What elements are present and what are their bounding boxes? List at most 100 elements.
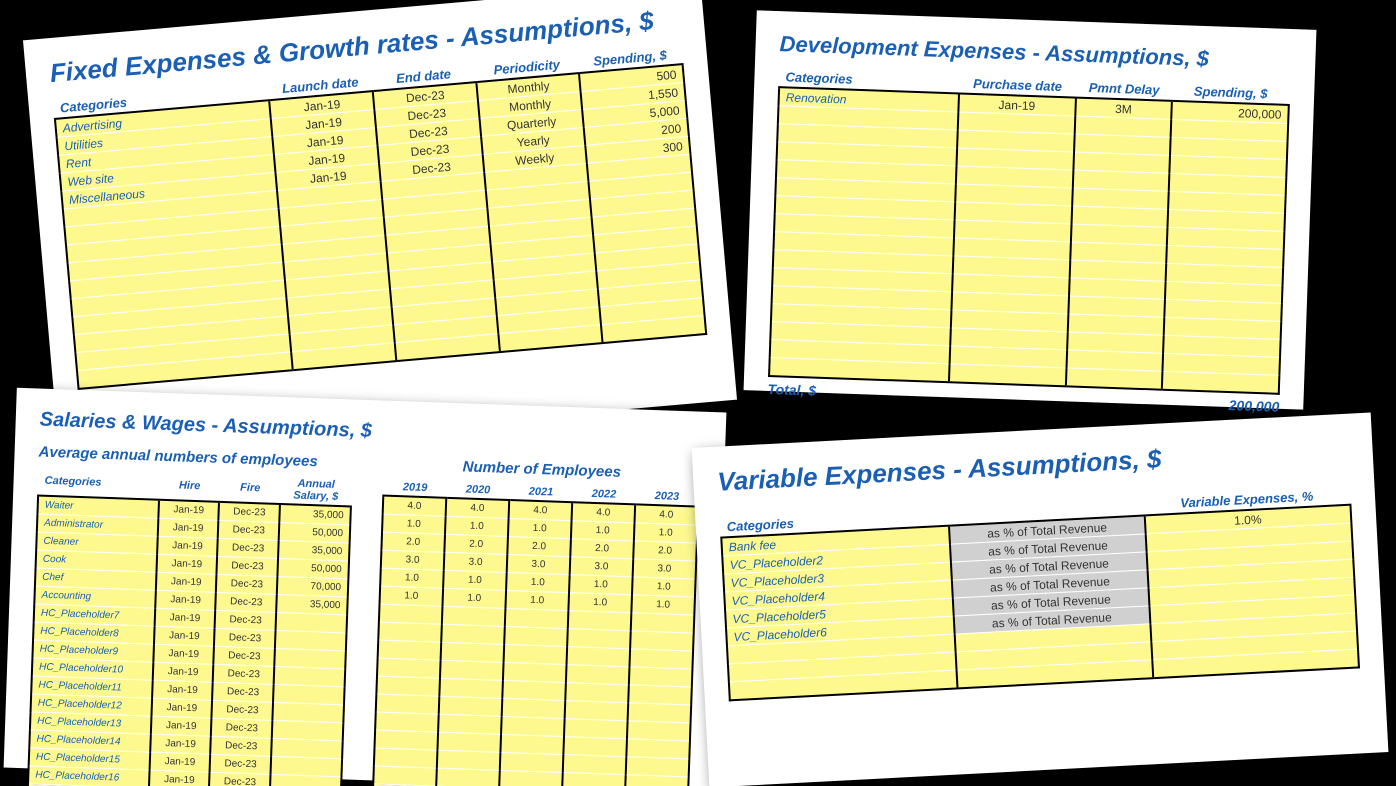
cell-count [500,734,564,754]
cell-count [376,694,440,714]
cell-count: 1.0 [571,521,635,541]
cell-count [437,732,501,752]
variable-expenses-title: Variable Expenses - Assumptions, $ [717,434,1350,498]
cell-count: 2.0 [381,532,445,552]
cell-count [626,739,690,759]
cell-count: 1.0 [445,516,509,536]
col-header-categories: Categories [38,467,160,500]
cell-fire: Dec-23 [218,520,279,540]
cell-count [375,712,439,732]
cell-count [630,631,694,651]
cell-count: 4.0 [572,502,636,523]
cell-count: 3.0 [381,550,445,570]
cell-count: 1.0 [443,570,507,590]
cell-hire: Jan-19 [153,644,214,664]
cell-hire: Jan-19 [156,572,217,592]
col-header-hire: Hire [159,471,221,502]
salaries-wages-table: Categories Hire Fire Annual Salary, $ Wa… [25,467,353,786]
cell-fire: Dec-23 [217,556,278,576]
cell-count [567,629,631,649]
cell-count [502,680,566,700]
cell-count [566,647,630,667]
cell-count: 1.0 [634,523,698,543]
fixed-expenses-table: Categories Launch date End date Periodic… [52,44,707,390]
cell-fire: Dec-23 [216,592,277,612]
variable-expenses-table: Categories Variable Expenses, % Bank fee… [719,485,1360,702]
cell-count [631,613,695,633]
dev-total-label: Total, $ [767,381,816,399]
cell-hire: Jan-19 [151,716,212,736]
cell-count: 4.0 [634,504,698,525]
cell-fire: Dec-23 [212,700,273,720]
num-employees-table: 20192020202120222023 4.04.04.04.04.01.01… [370,479,699,786]
cell-hire: Jan-19 [149,770,210,786]
cell-fire: Dec-23 [209,772,270,786]
cell-hire: Jan-19 [151,698,212,718]
cell-count [565,683,629,703]
cell-count: 4.0 [509,500,573,521]
cell-count [629,667,693,687]
cell-count [441,642,505,662]
cell-count: 1.0 [382,514,446,534]
cell-count [562,773,626,786]
cell-count: 1.0 [505,590,569,610]
cell-hire: Jan-19 [149,752,210,772]
cell-count [628,685,692,705]
cell-count [503,662,567,682]
cell-count [504,626,568,646]
cell-count [565,701,629,721]
col-header-year: 2021 [509,483,573,502]
cell-fire: Dec-23 [217,538,278,558]
cell-count [501,716,565,736]
cell-count [373,766,437,786]
cell-hire: Jan-19 [158,518,219,538]
cell-count [625,775,689,786]
col-header-salary: Annual Salary, $ [280,475,352,506]
col-header-year: 2020 [446,481,510,500]
cell-count [374,748,438,768]
cell-count [436,768,500,786]
cell-count [626,757,690,777]
variable-expenses-card: Variable Expenses - Assumptions, $ Categ… [692,412,1389,786]
cell-count [500,752,564,772]
cell-fire: Dec-23 [211,736,272,756]
cell-hire: Jan-19 [157,536,218,556]
cell-count: 1.0 [568,593,632,613]
development-expenses-title: Development Expenses - Assumptions, $ [779,31,1292,75]
cell-hire: Jan-19 [155,590,216,610]
cell-count [564,719,628,739]
cell-fire: Dec-23 [213,664,274,684]
development-expenses-table: Categories Purchase date Pmnt Delay Spen… [768,67,1291,395]
cell-count [568,611,632,631]
cell-count: 1.0 [380,568,444,588]
cell-count [504,644,568,664]
cell-count [378,622,442,642]
development-expenses-card: Development Expenses - Assumptions, $ Ca… [744,10,1317,409]
cell-count [440,660,504,680]
col-header-fire: Fire [219,473,281,504]
cell-count: 3.0 [507,554,571,574]
col-header-year: 2019 [383,479,447,498]
cell-count [377,658,441,678]
cell-count: 1.0 [506,572,570,592]
cell-count: 2.0 [633,541,697,561]
salaries-wages-card: Salaries & Wages - Assumptions, $ Averag… [4,388,727,786]
cell-count [437,750,501,770]
cell-count [499,770,563,786]
cell-count [438,714,502,734]
cell-hire: Jan-19 [154,626,215,646]
cell-hire: Jan-19 [154,608,215,628]
cell-fire: Dec-23 [214,628,275,648]
cell-count: 3.0 [444,552,508,572]
cell-hire: Jan-19 [153,662,214,682]
cell-hire: Jan-19 [152,680,213,700]
cell-count [505,608,569,628]
cell-count [502,698,566,718]
dev-total-value: 200,000 [1228,397,1279,415]
cell-count [378,640,442,660]
cell-count [375,730,439,750]
col-header-year: 2023 [635,487,699,506]
cell-count [566,665,630,685]
cell-count: 2.0 [444,534,508,554]
cell-count: 1.0 [380,586,444,606]
